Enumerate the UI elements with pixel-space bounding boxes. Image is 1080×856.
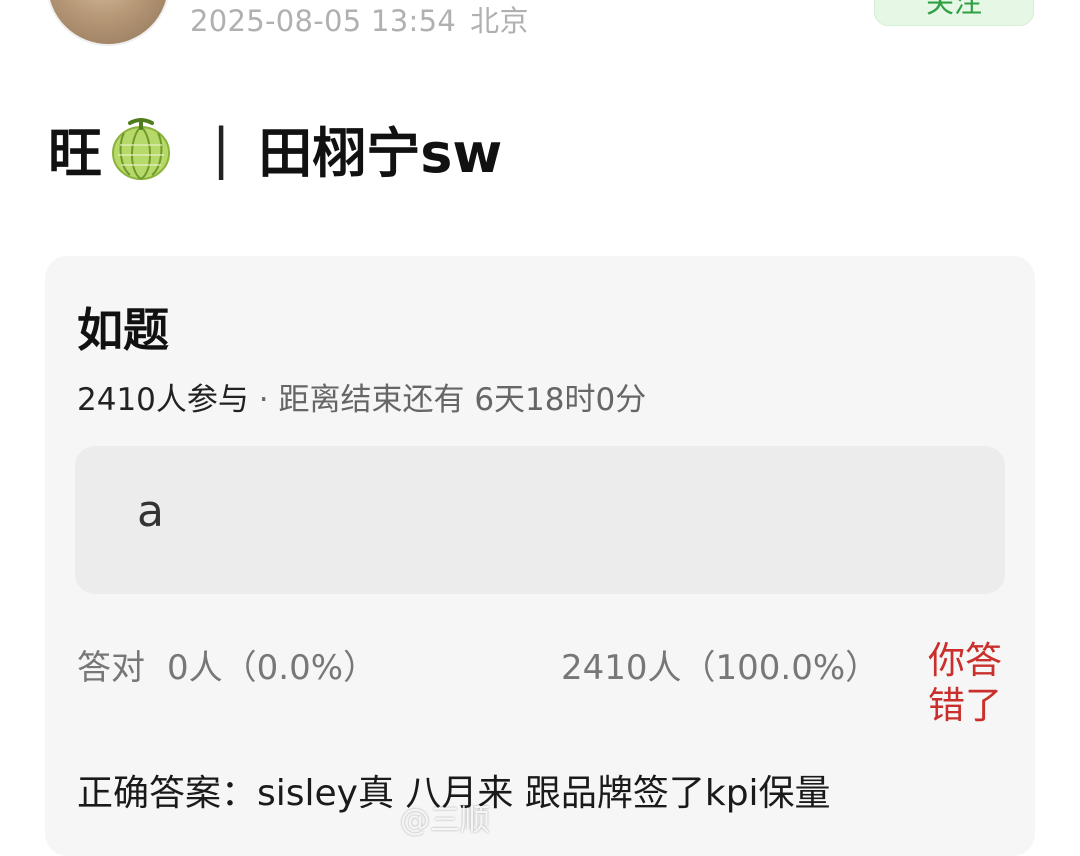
quiz-option-text: a	[137, 486, 164, 537]
result-label: 你答错了	[928, 639, 1002, 727]
follow-button-label: 关注	[925, 0, 982, 19]
quiz-time-remaining: · 距离结束还有 6天18时0分	[248, 382, 647, 418]
avatar[interactable]	[46, 0, 170, 46]
quiz-option[interactable]: a	[75, 446, 1005, 594]
correct-label: 答对	[77, 648, 145, 688]
wrong-stats: 2410人（100.0%）	[561, 648, 880, 688]
watermark: @三顺	[400, 803, 490, 838]
correct-stats: 答对 0人（0.0%）	[77, 640, 377, 689]
title-separator: |	[212, 116, 231, 180]
melon-icon	[112, 118, 170, 180]
post-meta: 2025-08-05 13:54 北京	[190, 0, 529, 40]
quiz-title: 如题	[77, 303, 169, 357]
quiz-meta: 2410人参与 · 距离结束还有 6天18时0分	[77, 374, 646, 419]
follow-button[interactable]: 关注	[874, 0, 1034, 26]
post-title: 旺 | 田栩宁sw	[48, 112, 502, 185]
correct-count: 0人（0.0%）	[167, 648, 378, 688]
post-timestamp: 2025-08-05 13:54	[190, 4, 457, 38]
post-location: 北京	[470, 4, 529, 38]
quiz-card: 如题 2410人参与 · 距离结束还有 6天18时0分 a 答对 0人（0.0%）…	[45, 256, 1035, 856]
title-prefix: 旺	[48, 121, 102, 185]
title-name: 田栩宁sw	[258, 121, 503, 185]
quiz-participants: 2410人参与	[77, 382, 249, 418]
